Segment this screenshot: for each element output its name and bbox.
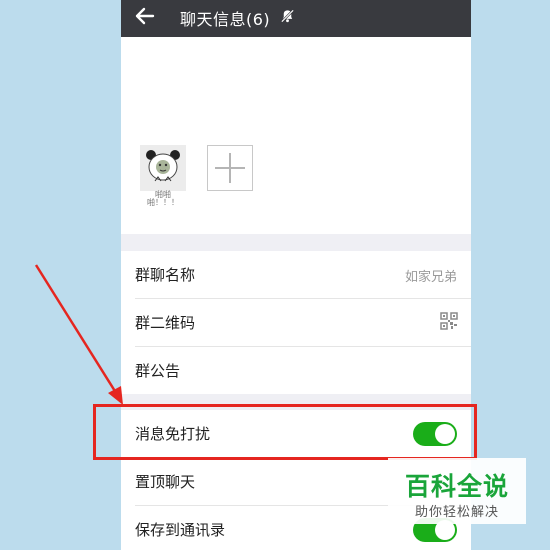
- group-qrcode-row[interactable]: 群二维码: [135, 299, 471, 347]
- back-arrow-icon[interactable]: [133, 4, 157, 28]
- watermark-sub-text: 助你轻松解决: [414, 505, 499, 520]
- watermark-logo: 百科全说 助你轻松解决: [388, 458, 526, 524]
- qrcode-icon: [440, 312, 458, 330]
- plus-icon: [215, 153, 245, 183]
- group-name-value: 如家兄弟: [404, 270, 457, 285]
- group-qrcode-label: 群二维码: [135, 314, 196, 332]
- group-name-label: 群聊名称: [135, 266, 196, 284]
- member-avatar[interactable]: [140, 145, 186, 191]
- pin-chat-label: 置顶聊天: [135, 473, 196, 491]
- annotation-highlight-box: [93, 404, 477, 460]
- title-bar: 聊天信息(6): [121, 0, 471, 37]
- watermark-main-text: 百科全说: [404, 472, 509, 501]
- group-name-row[interactable]: 群聊名称 如家兄弟: [135, 251, 471, 299]
- add-member-button[interactable]: [207, 145, 253, 191]
- save-to-contacts-label: 保存到通讯录: [135, 521, 226, 539]
- group-announcement-row[interactable]: 群公告: [135, 347, 471, 394]
- member-grid: 啪啪啪！！！: [121, 37, 471, 234]
- member-caption: 啪啪啪！！！: [147, 190, 179, 207]
- group-announcement-label: 群公告: [135, 362, 181, 380]
- muted-bell-icon: [281, 9, 294, 23]
- group-info-section: 群聊名称 如家兄弟 群二维码 群公告: [121, 251, 471, 394]
- page-title: 聊天信息(6): [180, 10, 271, 29]
